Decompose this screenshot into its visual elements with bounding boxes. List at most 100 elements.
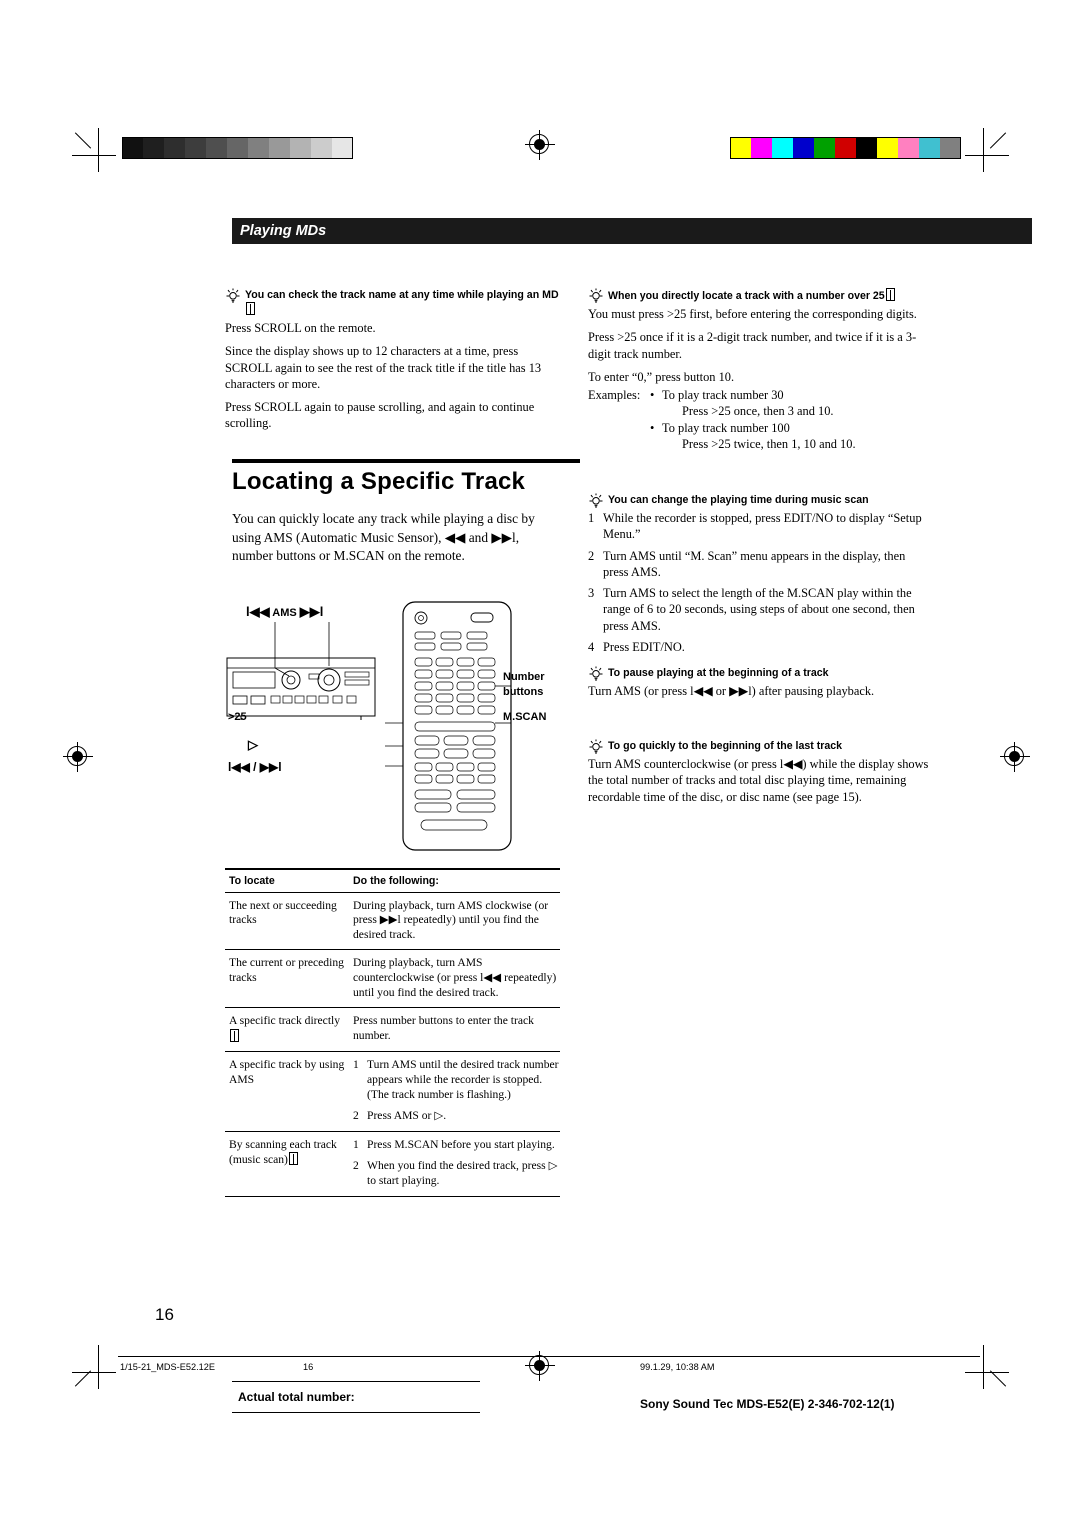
lightbulb-icon: [588, 739, 604, 755]
footer-timestamp: 99.1.29, 10:38 AM: [640, 1362, 715, 1372]
lightbulb-icon: [588, 288, 604, 304]
crop-mark: [72, 1372, 116, 1373]
tip-body: Turn AMS counterclockwise (or press l◀◀)…: [588, 756, 933, 805]
cell-locate: A specific track by using AMS: [229, 1058, 345, 1086]
column-header-do: Do the following:: [353, 874, 439, 887]
step: 1 Turn AMS until the desired track number…: [353, 1058, 559, 1101]
tip-title: To pause playing at the beginning of a t…: [588, 666, 933, 682]
label-gt25: >25: [228, 711, 247, 723]
cell-locate: By scanning each track (music scan): [229, 1137, 337, 1167]
cell-locate: The next or succeeding tracks: [229, 898, 337, 927]
lightbulb-icon: [588, 493, 604, 509]
step: 1 While the recorder is stopped, press ED…: [588, 511, 922, 542]
illustration-remote-and-deck: [225, 596, 560, 858]
page: Playing MDs You can check the track name…: [0, 0, 1080, 1528]
tip-paragraph: Press SCROLL again to pause scrolling, a…: [225, 400, 535, 431]
tip-paragraph: Turn AMS counterclockwise (or press l◀◀)…: [588, 757, 929, 804]
tip-body: Turn AMS (or press l◀◀ or ▶▶l) after pau…: [588, 683, 933, 699]
tip-title-text: You can check the track name at any time…: [245, 289, 559, 301]
column-header-locate: To locate: [229, 874, 275, 887]
table-row: The current or preceding tracks During p…: [225, 950, 560, 1007]
crop-tick: [74, 132, 92, 149]
label-skip: l◀◀ / ▶▶l: [228, 760, 282, 774]
footer-page-mark: 16: [303, 1362, 314, 1372]
step: 2 When you find the desired track, press …: [353, 1159, 558, 1187]
tip-change-playing-time: You can change the playing time during m…: [588, 493, 933, 660]
tip-go-to-last-track: To go quickly to the beginning of the la…: [588, 739, 933, 805]
crop-mark: [965, 155, 1009, 156]
crop-mark: [98, 1345, 99, 1389]
actual-total-label: Actual total number:: [238, 1390, 355, 1404]
label-play: ▷: [248, 737, 258, 752]
cell-do: 1 Turn AMS until the desired track number…: [347, 1058, 560, 1123]
tip-locate-over-25: When you directly locate a track with a …: [588, 288, 933, 452]
registration-mark: [1000, 742, 1030, 772]
tip-body: You must press >25 first, before enterin…: [588, 306, 933, 452]
locate-track-table: To locate Do the following: The next or …: [225, 868, 560, 1197]
tip-title-text: When you directly locate a track with a …: [608, 290, 885, 302]
page-title: Locating a Specific Track: [232, 468, 526, 495]
example-detail: Press >25 once, then 3 and 10.: [682, 404, 834, 419]
tip-title: You can change the playing time during m…: [588, 493, 933, 509]
footer-rule: [232, 1412, 480, 1413]
crop-mark: [983, 1345, 984, 1389]
lightbulb-icon: [588, 666, 604, 682]
tip-title: When you directly locate a track with a …: [588, 288, 933, 303]
registration-mark: [525, 130, 555, 160]
crop-mark: [98, 128, 99, 172]
tip-pause-at-beginning: To pause playing at the beginning of a t…: [588, 666, 933, 699]
table-row: The next or succeeding tracks During pla…: [225, 893, 560, 950]
tip-body: 1 While the recorder is stopped, press ED…: [588, 510, 933, 655]
table-header-row: To locate Do the following:: [225, 870, 560, 892]
step: 1 Press M.SCAN before you start playing.: [353, 1137, 555, 1151]
tip-title: You can check the track name at any time…: [225, 288, 560, 317]
manual-book-icon: [230, 1028, 239, 1042]
manual-book-icon: [288, 1152, 298, 1166]
tip-paragraph: Turn AMS (or press l◀◀ or ▶▶l) after pau…: [588, 684, 875, 698]
tip-title-text: To go quickly to the beginning of the la…: [608, 740, 843, 752]
registration-mark: [63, 742, 93, 772]
step: 3 Turn AMS to select the length of the M.…: [588, 586, 915, 633]
cell-locate: The current or preceding tracks: [229, 956, 344, 984]
cell-do: During playback, turn AMS clockwise (or …: [353, 898, 549, 941]
crop-mark: [965, 1372, 1009, 1373]
footer-file-id: 1/15-21_MDS-E52.12E: [120, 1362, 215, 1372]
footer-rule: [118, 1356, 980, 1357]
example-item: • To play track number 100: [650, 420, 790, 435]
label-ams: l◀◀ AMS ▶▶l: [246, 604, 324, 619]
tip-paragraph: Since the display shows up to 12 charact…: [225, 344, 542, 391]
tip-paragraph: To enter “0,” press button 10.: [588, 369, 735, 384]
tip-body: Press SCROLL on the remote. Since the di…: [225, 320, 560, 432]
tip-paragraph: Press SCROLL on the remote.: [225, 321, 376, 335]
table-rule: [225, 1195, 560, 1197]
cell-locate: A specific track directly: [225, 1014, 347, 1044]
crop-tick: [989, 132, 1007, 149]
cell-do: During playback, turn AMS counterclockwi…: [353, 956, 557, 999]
table-row: By scanning each track (music scan) 1 Pre…: [225, 1132, 560, 1196]
lightbulb-icon: [225, 288, 241, 304]
step: 2 Turn AMS until “M. Scan” menu appears i…: [588, 548, 906, 579]
manual-book-icon: [885, 288, 895, 301]
step: 4 Press EDIT/NO.: [588, 640, 685, 655]
section-header: Playing MDs: [232, 218, 1032, 244]
tip-paragraph: You must press >25 first, before enterin…: [588, 307, 917, 321]
label-number-buttons: Number buttons: [503, 671, 545, 698]
example-detail: Press >25 twice, then 1, 10 and 10.: [682, 437, 856, 452]
cell-do: Press number buttons to enter the track …: [353, 1014, 534, 1042]
examples-label: Examples:: [588, 388, 641, 403]
tip-title: To go quickly to the beginning of the la…: [588, 739, 933, 755]
grayscale-bar-outline: [122, 137, 353, 159]
tip-title-text: You can change the playing time during m…: [608, 494, 869, 506]
step: 2 Press AMS or ▷.: [353, 1109, 447, 1123]
tip-check-track-name: You can check the track name at any time…: [225, 288, 560, 432]
crop-mark: [72, 155, 116, 156]
footer-rule: [232, 1381, 480, 1382]
crop-mark: [983, 128, 984, 172]
tip-title-text: To pause playing at the beginning of a t…: [608, 667, 829, 679]
table-row: A specific track by using AMS 1 Turn AMS …: [225, 1052, 560, 1130]
title-rule: [232, 459, 580, 463]
table-row: A specific track directly Press number b…: [225, 1008, 560, 1051]
page-number: 16: [155, 1305, 174, 1324]
manual-book-icon: [246, 302, 255, 315]
intro-paragraph: You can quickly locate any track while p…: [232, 511, 535, 563]
